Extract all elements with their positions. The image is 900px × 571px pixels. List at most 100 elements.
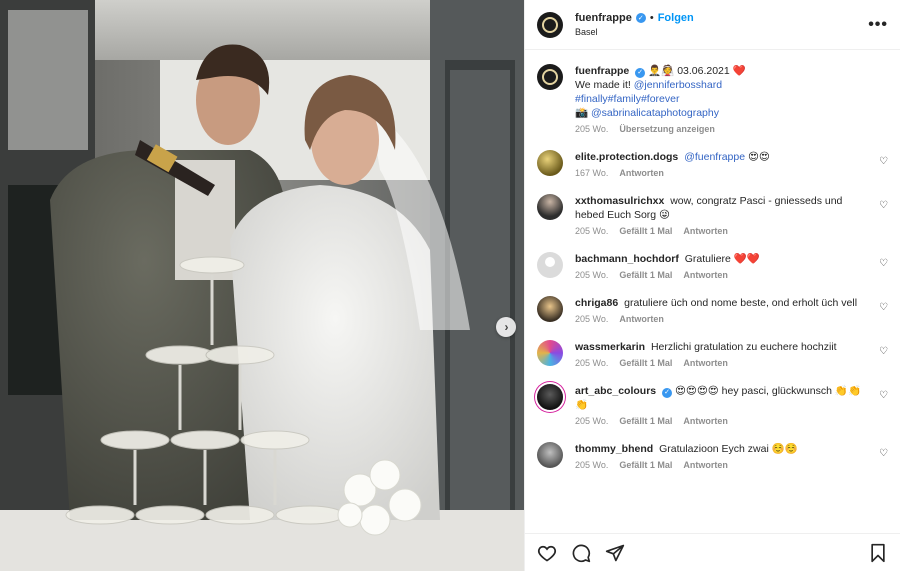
comment-meta: 205 Wo. Gefällt 1 Mal Antworten bbox=[575, 226, 870, 236]
reply-button[interactable]: Antworten bbox=[683, 270, 728, 280]
comment-item: elite.protection.dogs @fuenfrappe 😍😍 167… bbox=[537, 150, 888, 178]
comment-age: 205 Wo. bbox=[575, 460, 609, 470]
comment-text: elite.protection.dogs @fuenfrappe 😍😍 bbox=[575, 150, 870, 164]
comment-like-heart-icon[interactable]: ♡ bbox=[879, 346, 888, 357]
caption-mention-2[interactable]: @sabrinalicataphotography bbox=[591, 107, 719, 119]
commenter-avatar[interactable] bbox=[537, 150, 563, 176]
comment-icon[interactable] bbox=[571, 543, 591, 563]
commenter-username[interactable]: elite.protection.dogs bbox=[575, 151, 678, 163]
commenter-avatar[interactable] bbox=[537, 340, 563, 366]
reply-button[interactable]: Antworten bbox=[619, 314, 664, 324]
comment-body: wassmerkarin Herzlichi gratulation zu eu… bbox=[575, 340, 888, 368]
verified-badge-icon: ✓ bbox=[635, 13, 646, 23]
comment-age: 205 Wo. bbox=[575, 416, 609, 426]
caption-text: fuenfrappe ✓ 🤵‍♂️👰 03.06.2021 ❤️ We made… bbox=[575, 64, 870, 120]
comment-meta: 167 Wo. Antworten bbox=[575, 168, 870, 178]
comment-body: bachmann_hochdorf Gratuliere ❤️❤️ 205 Wo… bbox=[575, 252, 888, 280]
comment-body: chriga86 gratuliere üch ond nome beste, … bbox=[575, 296, 888, 324]
comment-text: thommy_bhend Gratulazioon Eych zwai ☺️☺️ bbox=[575, 442, 870, 456]
caption-age: 205 Wo. bbox=[575, 124, 609, 134]
caption-heart: ❤️ bbox=[732, 65, 746, 77]
reply-button[interactable]: Antworten bbox=[619, 168, 664, 178]
comment-like-heart-icon[interactable]: ♡ bbox=[879, 448, 888, 459]
comment-content: Herzlichi gratulation zu euchere hochzii… bbox=[650, 341, 837, 353]
heart-icon[interactable] bbox=[537, 543, 557, 563]
comment-age: 205 Wo. bbox=[575, 358, 609, 368]
comment-meta: 205 Wo. Gefällt 1 Mal Antworten bbox=[575, 358, 870, 368]
comment-meta: 205 Wo. Gefällt 1 Mal Antworten bbox=[575, 416, 870, 426]
comment-meta: 205 Wo. Gefällt 1 Mal Antworten bbox=[575, 270, 870, 280]
comment-likes[interactable]: Gefällt 1 Mal bbox=[619, 358, 672, 368]
post-photo[interactable]: › bbox=[0, 0, 524, 571]
action-bar bbox=[525, 533, 900, 571]
caption-hashtags[interactable]: #finally#family#forever bbox=[575, 93, 679, 105]
comment-item: thommy_bhend Gratulazioon Eych zwai ☺️☺️… bbox=[537, 442, 888, 470]
comment-content: gratuliere üch ond nome beste, ond erhol… bbox=[624, 297, 858, 309]
comment-mention[interactable]: @fuenfrappe bbox=[684, 151, 745, 163]
commenter-username[interactable]: bachmann_hochdorf bbox=[575, 253, 679, 265]
commenter-username[interactable]: thommy_bhend bbox=[575, 443, 653, 455]
bookmark-icon[interactable] bbox=[868, 543, 888, 563]
comment-age: 205 Wo. bbox=[575, 314, 609, 324]
comment-like-heart-icon[interactable]: ♡ bbox=[879, 156, 888, 167]
commenter-avatar[interactable] bbox=[537, 384, 563, 410]
comment-like-heart-icon[interactable]: ♡ bbox=[879, 258, 888, 269]
camera-emoji: 📸 bbox=[575, 107, 589, 119]
commenter-username[interactable]: art_abc_colours bbox=[575, 385, 656, 397]
verified-badge-icon: ✓ bbox=[635, 68, 646, 78]
comment-likes[interactable]: Gefällt 1 Mal bbox=[619, 460, 672, 470]
comment-meta: 205 Wo. Gefällt 1 Mal Antworten bbox=[575, 460, 870, 470]
comment-item: art_abc_colours ✓ 😍😍😍😍 hey pasci, glückw… bbox=[537, 384, 888, 426]
commenter-username[interactable]: xxthomasulrichxx bbox=[575, 195, 664, 207]
caption-avatar[interactable] bbox=[537, 64, 563, 90]
commenter-avatar[interactable] bbox=[537, 252, 563, 278]
comment-item: wassmerkarin Herzlichi gratulation zu eu… bbox=[537, 340, 888, 368]
caption-date: 03.06.2021 bbox=[677, 65, 730, 77]
chevron-right-icon: › bbox=[504, 320, 509, 334]
follow-button[interactable]: Folgen bbox=[658, 12, 694, 24]
caption-meta: 205 Wo. Übersetzung anzeigen bbox=[575, 124, 870, 134]
comment-emoji: 😍😍 bbox=[747, 151, 770, 163]
author-username[interactable]: fuenfrappe bbox=[575, 12, 632, 24]
commenter-avatar[interactable] bbox=[537, 442, 563, 468]
comment-content: Gratuliere bbox=[684, 253, 731, 265]
reply-button[interactable]: Antworten bbox=[683, 416, 728, 426]
caption-mention-1[interactable]: @jenniferbosshard bbox=[634, 79, 722, 91]
comment-like-heart-icon[interactable]: ♡ bbox=[879, 200, 888, 211]
comment-like-heart-icon[interactable]: ♡ bbox=[879, 302, 888, 313]
post-location[interactable]: Basel bbox=[575, 27, 694, 37]
commenter-avatar[interactable] bbox=[537, 194, 563, 220]
author-avatar[interactable] bbox=[537, 11, 563, 38]
more-options-icon[interactable]: ••• bbox=[868, 16, 888, 34]
commenter-username[interactable]: wassmerkarin bbox=[575, 341, 645, 353]
commenter-username[interactable]: chriga86 bbox=[575, 297, 618, 309]
comment-text: bachmann_hochdorf Gratuliere ❤️❤️ bbox=[575, 252, 870, 266]
comment-body: elite.protection.dogs @fuenfrappe 😍😍 167… bbox=[575, 150, 888, 178]
comment-like-heart-icon[interactable]: ♡ bbox=[879, 390, 888, 401]
comment-likes[interactable]: Gefällt 1 Mal bbox=[619, 226, 672, 236]
separator-dot: • bbox=[649, 12, 654, 24]
comment-age: 205 Wo. bbox=[575, 226, 609, 236]
comment-text: wassmerkarin Herzlichi gratulation zu eu… bbox=[575, 340, 870, 354]
caption-body: fuenfrappe ✓ 🤵‍♂️👰 03.06.2021 ❤️ We made… bbox=[575, 64, 888, 134]
reply-button[interactable]: Antworten bbox=[683, 358, 728, 368]
comment-body: xxthomasulrichxx wow, congratz Pasci - g… bbox=[575, 194, 888, 236]
comment-meta: 205 Wo. Antworten bbox=[575, 314, 870, 324]
share-icon[interactable] bbox=[605, 543, 625, 563]
commenter-avatar[interactable] bbox=[537, 296, 563, 322]
next-image-button[interactable]: › bbox=[496, 317, 516, 337]
reply-button[interactable]: Antworten bbox=[683, 226, 728, 236]
comment-body: art_abc_colours ✓ 😍😍😍😍 hey pasci, glückw… bbox=[575, 384, 888, 426]
comment-likes[interactable]: Gefällt 1 Mal bbox=[619, 270, 672, 280]
comment-item: bachmann_hochdorf Gratuliere ❤️❤️ 205 Wo… bbox=[537, 252, 888, 280]
translate-link[interactable]: Übersetzung anzeigen bbox=[619, 124, 715, 134]
comment-likes[interactable]: Gefällt 1 Mal bbox=[619, 416, 672, 426]
comments-list[interactable]: fuenfrappe ✓ 🤵‍♂️👰 03.06.2021 ❤️ We made… bbox=[525, 50, 900, 533]
reply-button[interactable]: Antworten bbox=[683, 460, 728, 470]
caption-username[interactable]: fuenfrappe bbox=[575, 65, 629, 77]
caption-emoji: 🤵‍♂️👰 bbox=[648, 65, 675, 77]
comment-age: 167 Wo. bbox=[575, 168, 609, 178]
comment-content: Gratulazioon Eych zwai ☺️☺️ bbox=[659, 443, 798, 455]
caption: fuenfrappe ✓ 🤵‍♂️👰 03.06.2021 ❤️ We made… bbox=[537, 64, 888, 134]
post-sidebar: fuenfrappe ✓ • Folgen Basel ••• fuenfrap… bbox=[524, 0, 900, 571]
